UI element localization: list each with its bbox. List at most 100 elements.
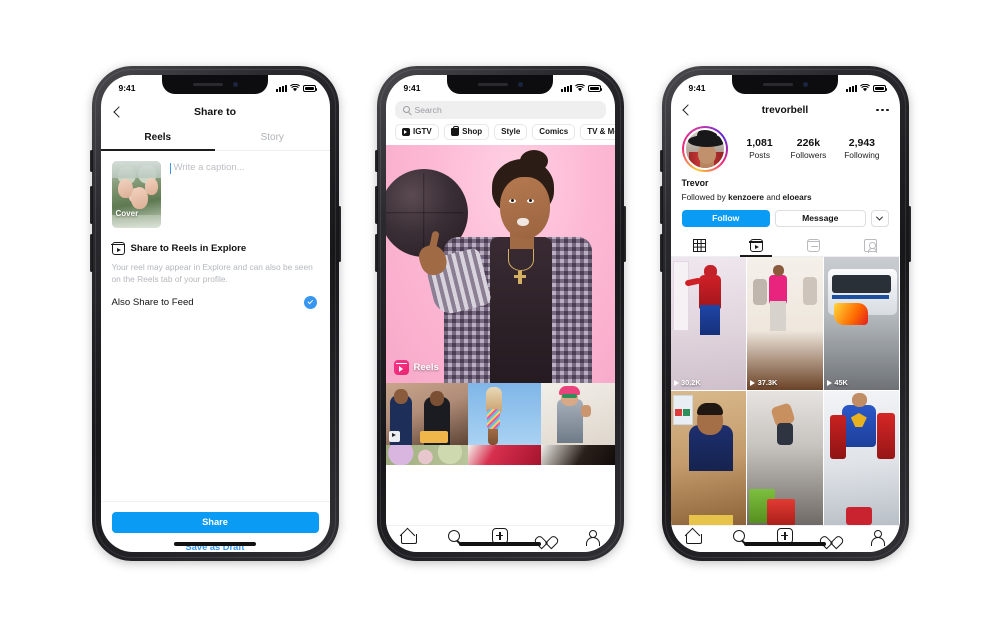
view-count: 30.2K (673, 378, 701, 387)
home-icon[interactable] (400, 528, 418, 544)
face (773, 264, 785, 276)
explore-tile[interactable] (385, 444, 468, 465)
volume-down-button[interactable] (374, 233, 378, 272)
tab-igtv[interactable] (785, 235, 842, 256)
explore-tile[interactable] (541, 382, 615, 445)
reels-badge-label: Reels (413, 361, 439, 373)
silent-switch[interactable] (89, 149, 93, 172)
message-button[interactable]: Message (775, 209, 866, 227)
more-actions-button[interactable] (870, 209, 889, 227)
signal-bars-icon (275, 84, 287, 92)
shop-bag-icon (450, 125, 459, 136)
search-input[interactable]: Search (394, 100, 606, 119)
profile-display-name: Trevor (681, 177, 709, 188)
followed-by-user-1[interactable]: kenzoere (728, 192, 764, 202)
check-circle-icon[interactable] (303, 295, 317, 309)
also-share-to-feed-label: Also Share to Feed (111, 296, 194, 308)
more-options-icon[interactable] (876, 108, 889, 112)
glitter (486, 408, 500, 429)
reel-tile[interactable] (823, 391, 900, 525)
phone3-screen: 9:41 trevorbell 1,081 Posts 226k Followe… (670, 74, 900, 552)
play-icon (826, 379, 832, 386)
pill-tv-movies[interactable]: TV & Movies (580, 123, 615, 140)
profile-icon[interactable] (869, 528, 885, 546)
status-time: 9:41 (118, 83, 136, 93)
costume-legs (699, 304, 720, 335)
play-icon (750, 379, 756, 386)
volume-up-button[interactable] (374, 185, 378, 224)
avatar-image (683, 127, 726, 170)
tab-grid[interactable] (671, 235, 728, 256)
tagged-icon (864, 238, 878, 253)
reel-tile[interactable] (670, 391, 747, 525)
sunglasses (562, 393, 578, 398)
phone-share-to: 9:41 Share to Reels Story Cover Write a … (89, 65, 341, 561)
tab-story[interactable]: Story (215, 125, 330, 150)
stat-label: Followers (790, 150, 827, 160)
status-icons (275, 84, 317, 92)
volume-down-button[interactable] (659, 233, 663, 272)
igtv-icon (806, 238, 821, 252)
tab-reels[interactable] (728, 235, 785, 257)
cover-thumbnail[interactable]: Cover (111, 160, 161, 228)
silent-switch[interactable] (374, 149, 378, 172)
volume-down-button[interactable] (89, 233, 93, 272)
explore-tile[interactable] (385, 382, 468, 445)
home-indicator[interactable] (174, 542, 256, 546)
home-indicator[interactable] (744, 542, 826, 546)
status-icons (845, 84, 887, 92)
profile-header: 1,081 Posts 226k Followers 2,943 Followi… (671, 122, 900, 172)
profile-icon[interactable] (584, 528, 600, 546)
door (672, 260, 689, 331)
home-icon[interactable] (685, 528, 703, 544)
stat-posts[interactable]: 1,081 Posts (746, 137, 772, 160)
explore-tile[interactable] (467, 382, 542, 445)
tab-reels[interactable]: Reels (100, 125, 216, 151)
reels-icon (111, 241, 125, 255)
followed-by-user-2[interactable]: eloears (783, 192, 812, 202)
cover-art-top (111, 160, 161, 178)
reel-tile[interactable] (747, 391, 823, 525)
reel-tile[interactable]: 45K (823, 256, 900, 390)
stat-following[interactable]: 2,943 Following (844, 137, 879, 160)
explore-tile[interactable] (467, 444, 542, 465)
explore-tile[interactable] (541, 444, 615, 465)
pill-style[interactable]: Style (494, 123, 528, 140)
power-button[interactable] (337, 205, 341, 262)
category-pills: IGTV Shop Style Comics TV & Movies (386, 123, 615, 145)
caption-input[interactable]: Write a caption... (169, 161, 319, 228)
follow-button[interactable]: Follow (681, 209, 770, 227)
phone-explore: 9:41 Search IGTV Shop Style Comics TV & … (374, 65, 626, 561)
reel-tile[interactable]: 30.2K (670, 256, 747, 390)
volume-up-button[interactable] (89, 185, 93, 224)
reel-tile[interactable]: 37.3K (747, 256, 823, 390)
power-button[interactable] (907, 205, 911, 262)
bus-stripe (831, 294, 890, 299)
stat-value: 1,081 (746, 137, 773, 149)
tab-tagged[interactable] (842, 235, 899, 256)
face-left (393, 388, 408, 404)
avatar[interactable] (681, 125, 728, 172)
chevron-down-icon (875, 213, 884, 221)
power-button[interactable] (622, 205, 626, 262)
pill-comics[interactable]: Comics (532, 123, 576, 140)
pill-igtv[interactable]: IGTV (394, 123, 439, 140)
volume-up-button[interactable] (659, 185, 663, 224)
share-button[interactable]: Share (111, 511, 319, 533)
pill-shop[interactable]: Shop (443, 123, 490, 140)
home-indicator[interactable] (459, 542, 541, 546)
also-share-to-feed-row[interactable]: Also Share to Feed (101, 285, 330, 309)
hair (696, 403, 723, 415)
signal-bars-icon (845, 84, 857, 92)
face (851, 393, 867, 407)
followed-by-text: Followed by kenzoere and eloears (671, 188, 900, 202)
eye-left (508, 198, 516, 203)
followed-by-middle: and (764, 191, 783, 202)
stat-followers[interactable]: 226k Followers (791, 137, 827, 160)
wifi-icon (859, 84, 870, 92)
status-icons (560, 84, 602, 92)
explore-fill (385, 464, 615, 525)
featured-reel[interactable]: Reels (385, 144, 615, 383)
silent-switch[interactable] (659, 149, 663, 172)
